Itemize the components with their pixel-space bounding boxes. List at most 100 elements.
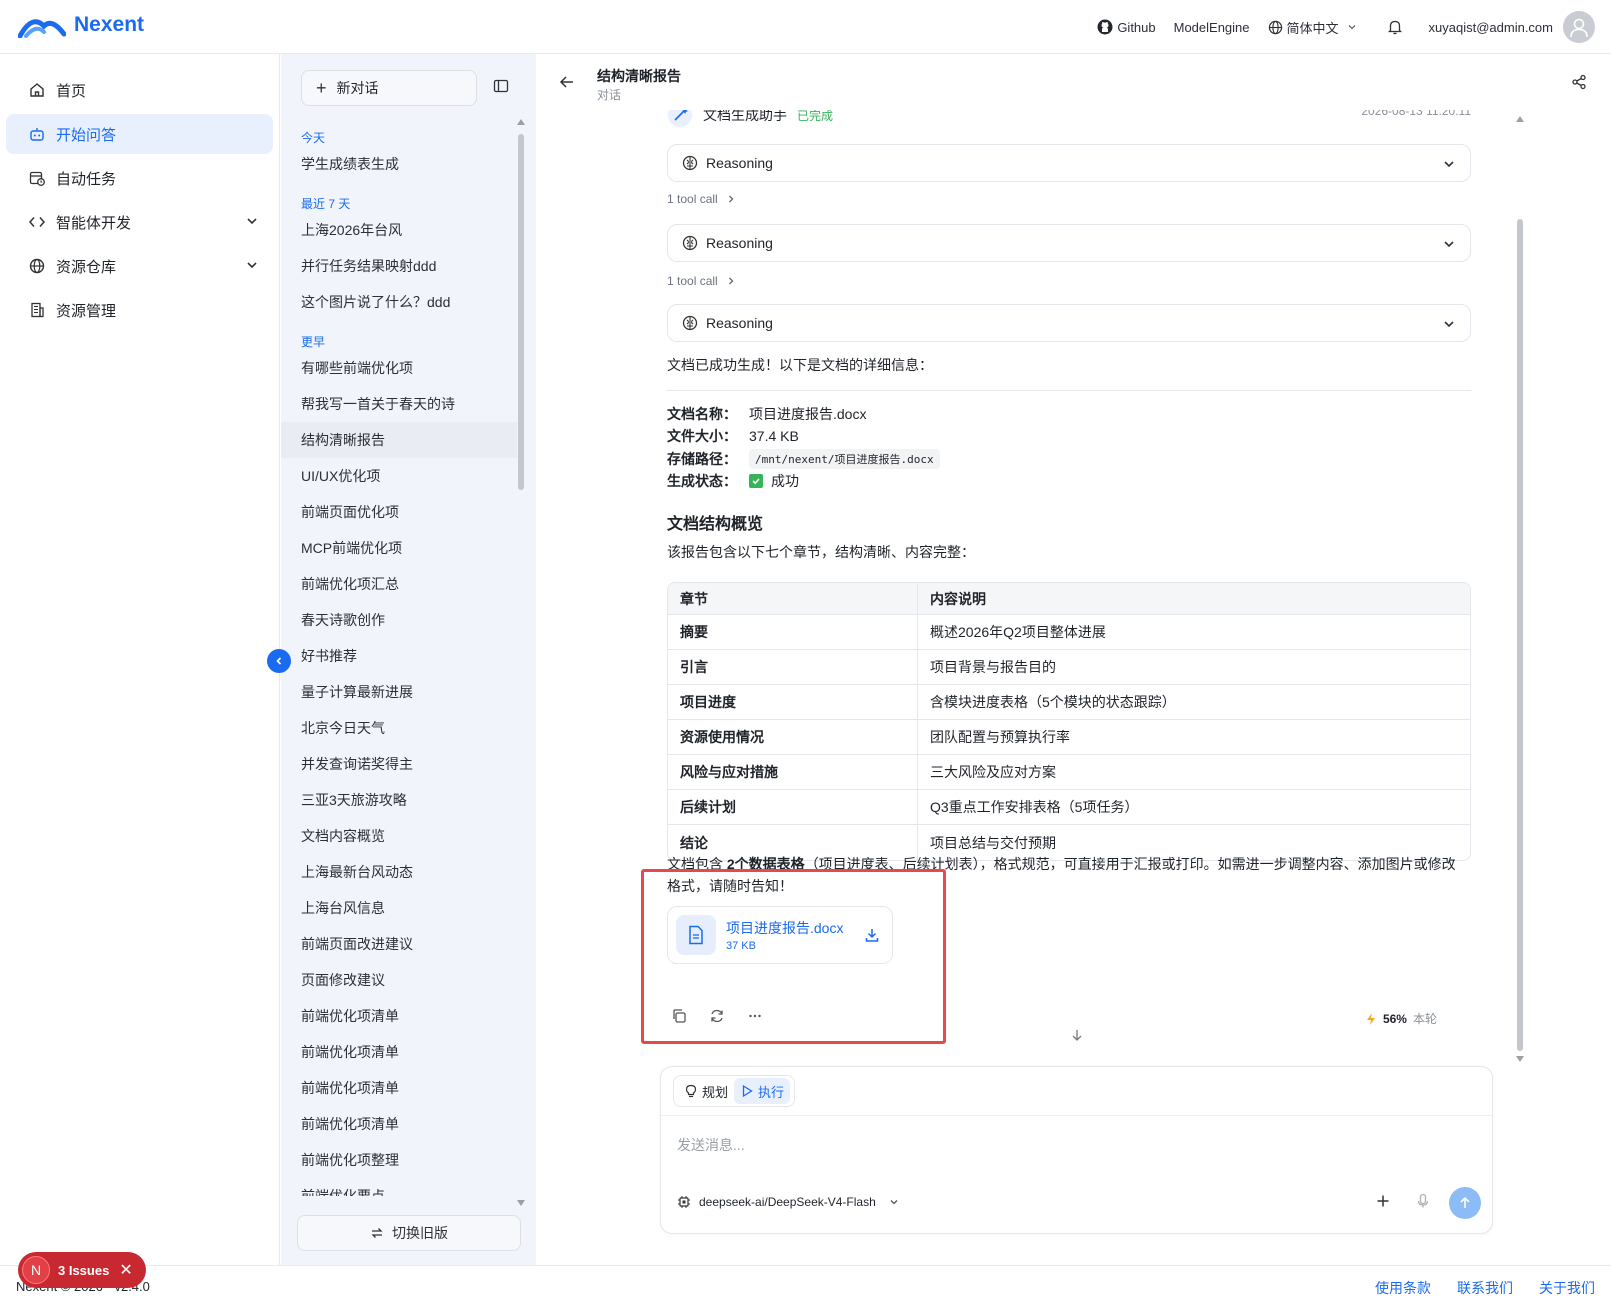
conversation-item[interactable]: 有哪些前端优化项 (281, 350, 517, 386)
description-cell: 概述2026年Q2项目整体进展 (918, 615, 1470, 650)
nav-item-chat[interactable]: 开始问答 (6, 114, 273, 154)
conversation-item[interactable]: 春天诗歌创作 (281, 602, 517, 638)
mode-plan-label: 规划 (702, 1084, 729, 1100)
conversation-item[interactable]: 结构清晰报告 (281, 422, 517, 458)
conversation-item[interactable]: 前端优化项汇总 (281, 566, 517, 602)
conversation-item[interactable]: 文档内容概览 (281, 818, 517, 854)
user-email-label: xuyaqist@admin.com (1428, 19, 1553, 35)
conversation-item[interactable]: 三亚3天旅游攻略 (281, 782, 517, 818)
switch-old-version-button[interactable]: 切换旧版 (297, 1215, 521, 1251)
lightbulb-icon (685, 1084, 697, 1098)
table-row: 资源使用情况 团队配置与预算执行率 (668, 720, 1470, 755)
collapse-sidebar-button[interactable] (267, 649, 291, 673)
mode-plan-button[interactable]: 规划 (678, 1078, 734, 1104)
tool-call-toggle[interactable]: 1 tool call (667, 192, 736, 206)
tool-call-label: 1 tool call (667, 274, 718, 288)
reasoning-panel[interactable]: Reasoning (667, 144, 1471, 182)
conversation-item[interactable]: 前端优化项清单 (281, 1106, 517, 1142)
conversation-item[interactable]: 前端优化项清单 (281, 1034, 517, 1070)
brand-logo[interactable]: Nexent (18, 12, 144, 38)
notification-button[interactable] (1387, 19, 1407, 35)
conversation-item[interactable]: 好书推荐 (281, 638, 517, 674)
conversation-item[interactable]: 前端优化项整理 (281, 1142, 517, 1178)
language-select[interactable]: 简体中文 (1268, 18, 1361, 37)
table-header: 内容说明 (918, 583, 1470, 615)
top-header: Nexent Github ModelEngine 简体中文 xuyaqist@… (0, 0, 1611, 54)
model-selector[interactable]: deepseek-ai/DeepSeek-V4-Flash (677, 1195, 908, 1209)
conversation-item[interactable]: 帮我写一首关于春天的诗 (281, 386, 517, 422)
contact-link[interactable]: 联系我们 (1457, 1278, 1513, 1298)
voice-input-button[interactable] (1415, 1193, 1431, 1209)
conversation-item[interactable]: 前端页面优化项 (281, 494, 517, 530)
share-button[interactable] (1571, 74, 1587, 90)
conversation-item[interactable]: 上海2026年台风 (281, 212, 517, 248)
detail-value: 37.4 KB (749, 428, 799, 444)
chevron-left-icon (276, 657, 282, 665)
user-email[interactable]: xuyaqist@admin.com (1429, 20, 1553, 35)
conversation-item[interactable]: 学生成绩表生成 (281, 146, 517, 182)
chevron-down-icon (890, 1200, 898, 1205)
table-row: 摘要 概述2026年Q2项目整体进展 (668, 615, 1470, 650)
nav-item-tasks[interactable]: 自动任务 (6, 158, 273, 198)
conversation-item[interactable]: MCP前端优化项 (281, 530, 517, 566)
chapter-cell: 后续计划 (668, 790, 918, 825)
conversation-item[interactable]: 前端页面改进建议 (281, 926, 517, 962)
conversation-item[interactable]: 量子计算最新进展 (281, 674, 517, 710)
share-icon (1572, 74, 1586, 90)
conversation-item[interactable]: 上海最新台风动态 (281, 854, 517, 890)
table-row: 风险与应对措施 三大风险及应对方案 (668, 755, 1470, 790)
issues-badge[interactable]: N 3 Issues ✕ (18, 1252, 146, 1288)
sidebar-toggle-button[interactable] (493, 78, 509, 94)
home-icon (30, 83, 44, 97)
back-button[interactable] (559, 74, 575, 90)
structure-table: 章节 内容说明 摘要 概述2026年Q2项目整体进展 引言 项目背景与报告目的 项目进度… (667, 582, 1471, 861)
model-name: deepseek-ai/DeepSeek-V4-Flash (699, 1195, 876, 1209)
detail-value: /mnt/nexent/项目进度报告.docx (749, 449, 940, 469)
avatar[interactable] (1563, 11, 1595, 43)
conversation-item[interactable]: 并发查询诺奖得主 (281, 746, 517, 782)
attach-button[interactable] (1375, 1193, 1391, 1209)
conversation-item[interactable]: UI/UX优化项 (281, 458, 517, 494)
nav-item-resource-repo[interactable]: 资源仓库 (6, 246, 273, 286)
conversation-item[interactable]: 前端优化项清单 (281, 998, 517, 1034)
github-link[interactable]: Github (1097, 19, 1156, 35)
play-icon (742, 1084, 753, 1098)
table-row: 后续计划 Q3重点工作安排表格（5项任务） (668, 790, 1470, 825)
chat-scrollbar[interactable] (1514, 114, 1526, 1064)
nav-item-home[interactable]: 首页 (6, 70, 273, 110)
conversation-item[interactable]: 页面修改建议 (281, 962, 517, 998)
issues-badge-letter: N (22, 1256, 50, 1284)
message-composer: 规划 执行 deepseek-ai/DeepSeek-V4-Flash (660, 1066, 1493, 1234)
detail-path: 存储路径： /mnt/nexent/项目进度报告.docx (667, 448, 940, 470)
user-avatar-icon (1570, 18, 1588, 38)
nav-item-resource-mgmt[interactable]: 资源管理 (6, 290, 273, 330)
conversation-scrollbar[interactable] (516, 118, 525, 1208)
conversation-item[interactable]: 前端优化要点 (281, 1178, 517, 1196)
building-icon (31, 302, 44, 318)
conversation-item[interactable]: 并行任务结果映射ddd (281, 248, 517, 284)
conversation-item[interactable]: 这个图片说了什么？ddd (281, 284, 517, 320)
reasoning-panel[interactable]: Reasoning (667, 304, 1471, 342)
send-button[interactable] (1449, 1187, 1481, 1219)
structure-intro: 该报告包含以下七个章节，结构清晰、内容完整： (667, 544, 975, 560)
reasoning-panel[interactable]: Reasoning (667, 224, 1471, 262)
code-icon (28, 217, 46, 227)
conversation-item[interactable]: 上海台风信息 (281, 890, 517, 926)
close-icon[interactable]: ✕ (119, 1260, 132, 1280)
scroll-to-bottom-button[interactable] (1070, 1028, 1084, 1042)
modelengine-link[interactable]: ModelEngine (1174, 20, 1250, 35)
microphone-icon (1417, 1193, 1429, 1208)
conversation-list: 今天 学生成绩表生成 最近 7 天上海2026年台风 并行任务结果映射ddd 这个图片说… (281, 116, 517, 1196)
about-link[interactable]: 关于我们 (1539, 1278, 1595, 1298)
mode-exec-button[interactable]: 执行 (734, 1078, 791, 1104)
new-chat-button[interactable]: + 新对话 (301, 70, 477, 106)
nav-item-agent-dev[interactable]: 智能体开发 (6, 202, 273, 242)
chevron-down-icon (1444, 241, 1454, 248)
modelengine-label: ModelEngine (1173, 19, 1250, 35)
terms-link[interactable]: 使用条款 (1375, 1278, 1431, 1298)
conversation-item[interactable]: 北京今日天气 (281, 710, 517, 746)
message-input[interactable] (677, 1127, 1457, 1163)
tool-call-toggle[interactable]: 1 tool call (667, 274, 736, 288)
detail-status: 生成状态： 成功 (667, 470, 799, 492)
conversation-item[interactable]: 前端优化项清单 (281, 1070, 517, 1106)
